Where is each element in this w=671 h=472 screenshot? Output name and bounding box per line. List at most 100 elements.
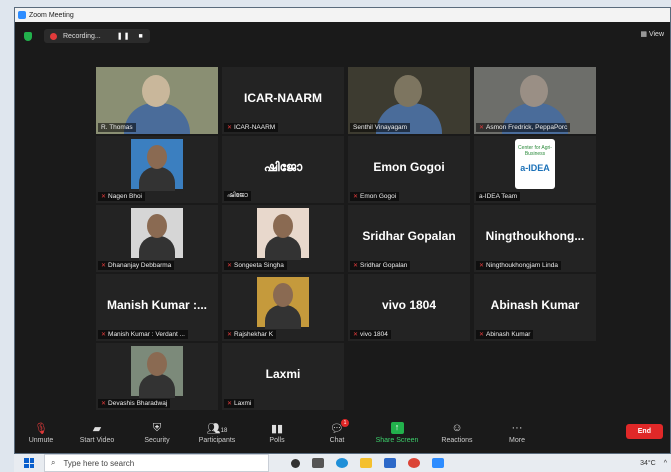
muted-mic-icon: ✕ — [101, 332, 107, 338]
participant-name: ഷിജോ — [227, 192, 248, 199]
participant-name-label: ✕ Manish Kumar : Verdant ... — [98, 330, 188, 339]
store-icon[interactable] — [384, 458, 396, 468]
system-tray: 34°C ^ — [640, 460, 667, 467]
muted-mic-icon: ✕ — [353, 194, 359, 200]
unmute-button[interactable]: 🎙︎ Unmute — [15, 422, 67, 444]
smiley-icon: ☺ — [451, 422, 463, 434]
zoom-taskbar-icon[interactable] — [432, 458, 444, 468]
participant-name-label: a-IDEA Team — [476, 192, 521, 201]
participant-display-name: ICAR-NAARM — [244, 91, 322, 105]
grid-view-icon: ▦ — [640, 31, 649, 38]
windows-taskbar: ⌕ Type here to search 34°C ^ — [14, 454, 671, 472]
participant-name-label: ✕ vivo 1804 — [350, 330, 391, 339]
participant-name-label: ✕ Ningthoukhongjam Linda — [476, 261, 561, 270]
title-bar: Zoom Meeting — [15, 8, 670, 22]
participant-tile[interactable]: Center for Agri-Business a-IDEA a-IDEA Tea… — [474, 136, 596, 203]
file-explorer-icon[interactable] — [360, 458, 372, 468]
participant-name-label: Senthil Vinayagam — [350, 123, 411, 132]
unmute-label: Unmute — [28, 437, 54, 444]
muted-mic-icon: ✕ — [479, 125, 485, 131]
more-label: More — [509, 437, 525, 444]
participant-display-name: Sridhar Gopalan — [362, 229, 456, 243]
start-video-button[interactable]: ▰ Start Video — [67, 422, 127, 444]
shield-icon: ⛨ — [152, 422, 162, 434]
participant-tile[interactable]: ICAR-NAARM ✕ ICAR-NAARM — [222, 67, 344, 134]
taskbar-search-box[interactable]: ⌕ Type here to search — [44, 454, 269, 472]
muted-mic-icon: ✕ — [101, 263, 107, 269]
muted-mic-icon: ✕ — [353, 332, 359, 338]
participant-tile[interactable]: ✕ Asmon Fredrick, PeppaPorc — [474, 67, 596, 134]
participant-name: Ningthoukhongjam Linda — [486, 262, 558, 269]
participant-name: vivo 1804 — [360, 331, 388, 338]
participant-name-label: ✕ Asmon Fredrick, PeppaPorc — [476, 123, 571, 132]
a-idea-logo: Center for Agri-Business a-IDEA — [515, 139, 555, 189]
participant-name: Devashis Bharadwaj — [108, 400, 168, 407]
ellipsis-icon: ··· — [511, 422, 523, 434]
participant-tile[interactable]: ഷിജോ ഷിജോ — [222, 136, 344, 203]
participant-name-label: ✕ Devashis Bharadwaj — [98, 399, 171, 408]
windows-start-icon[interactable] — [24, 458, 34, 468]
security-shield-icon[interactable] — [24, 31, 32, 41]
participant-tile[interactable]: Ningthoukhong... ✕ Ningthoukhongjam Linda — [474, 205, 596, 272]
participant-name-label: R. Thomas — [98, 123, 136, 132]
view-button[interactable]: ▦ View — [640, 30, 664, 38]
participants-label: Participants — [198, 437, 236, 444]
reactions-button[interactable]: ☺ Reactions — [427, 422, 487, 444]
chevron-up-icon[interactable]: ^ — [664, 460, 667, 467]
participant-tile[interactable]: Sridhar Gopalan ✕ Sridhar Gopalan — [348, 205, 470, 272]
more-button[interactable]: ··· More — [487, 422, 547, 444]
share-screen-button[interactable]: ↑ Share Screen — [367, 422, 427, 444]
participant-tile[interactable]: vivo 1804 ✕ vivo 1804 — [348, 274, 470, 341]
zoom-window: Zoom Meeting Recording... ❚❚ ■ ▦ View R.… — [14, 7, 671, 454]
participant-name-label: ✕ Sridhar Gopalan — [350, 261, 411, 270]
participant-name: a-IDEA Team — [479, 193, 518, 200]
logo-brand: a-IDEA — [520, 163, 550, 173]
search-icon: ⌕ — [51, 458, 56, 467]
participant-name: Songeeta Singha — [234, 262, 284, 269]
meeting-topbar: Recording... ❚❚ ■ ▦ View — [15, 22, 670, 50]
participant-tile[interactable]: Abinash Kumar ✕ Abinash Kumar — [474, 274, 596, 341]
muted-mic-icon: ✕ — [227, 401, 233, 407]
view-label: View — [648, 31, 664, 38]
participant-name-label: ✕ Dhananjay Debbarma — [98, 261, 175, 270]
participant-tile[interactable]: Laxmi ✕ Laxmi — [222, 343, 344, 410]
participant-name: R. Thomas — [101, 124, 133, 131]
participant-tile[interactable]: ✕ Rajshekhar K — [222, 274, 344, 341]
participant-name: Senthil Vinayagam — [353, 124, 408, 131]
participant-display-name: Laxmi — [265, 367, 301, 381]
window-title: Zoom Meeting — [29, 11, 74, 19]
chrome-icon[interactable] — [408, 458, 420, 468]
participant-video — [131, 139, 183, 191]
participant-tile[interactable]: R. Thomas — [96, 67, 218, 134]
participant-tile[interactable]: ✕ Songeeta Singha — [222, 205, 344, 272]
security-button[interactable]: ⛨ Security — [127, 422, 187, 444]
recording-label: Recording... — [63, 32, 101, 40]
muted-mic-icon: ✕ — [479, 332, 485, 338]
end-meeting-button[interactable]: End — [625, 424, 663, 439]
participant-tile[interactable]: Senthil Vinayagam — [348, 67, 470, 134]
muted-mic-icon: ✕ — [101, 401, 107, 407]
meeting-toolbar: 🎙︎ Unmute ▰ Start Video ⛨ Security 👥︎18 … — [15, 413, 670, 453]
participant-tile[interactable]: ✕ Dhananjay Debbarma — [96, 205, 218, 272]
participant-name: Abinash Kumar — [486, 331, 531, 338]
participant-tile[interactable]: ✕ Nagen Bhoi — [96, 136, 218, 203]
chat-button[interactable]: 💬︎ 1 Chat — [307, 419, 367, 444]
participant-tile[interactable]: Emon Gogoi ✕ Emon Gogoi — [348, 136, 470, 203]
edge-icon[interactable] — [336, 458, 348, 468]
participant-display-name: Emon Gogoi — [373, 160, 445, 174]
muted-mic-icon: ✕ — [101, 194, 107, 200]
recording-dot-icon — [50, 32, 57, 40]
participants-count: 18 — [220, 428, 228, 434]
participant-tile[interactable]: ✕ Devashis Bharadwaj — [96, 343, 218, 410]
logo-caption: Center for Agri-Business — [518, 145, 552, 157]
participant-tile[interactable]: Manish Kumar :... ✕ Manish Kumar : Verdant… — [96, 274, 218, 341]
pause-recording-button[interactable]: ❚❚ — [117, 32, 131, 40]
participant-name: Sridhar Gopalan — [360, 262, 408, 269]
participant-name-label: ✕ Rajshekhar K — [224, 330, 277, 339]
muted-mic-icon: ✕ — [227, 332, 233, 338]
stop-recording-button[interactable]: ■ — [138, 33, 143, 40]
cortana-icon[interactable] — [291, 458, 300, 468]
participants-button[interactable]: 👥︎18 Participants — [187, 422, 247, 444]
polls-button[interactable]: ▮▮ Polls — [247, 422, 307, 444]
task-view-icon[interactable] — [312, 458, 324, 468]
